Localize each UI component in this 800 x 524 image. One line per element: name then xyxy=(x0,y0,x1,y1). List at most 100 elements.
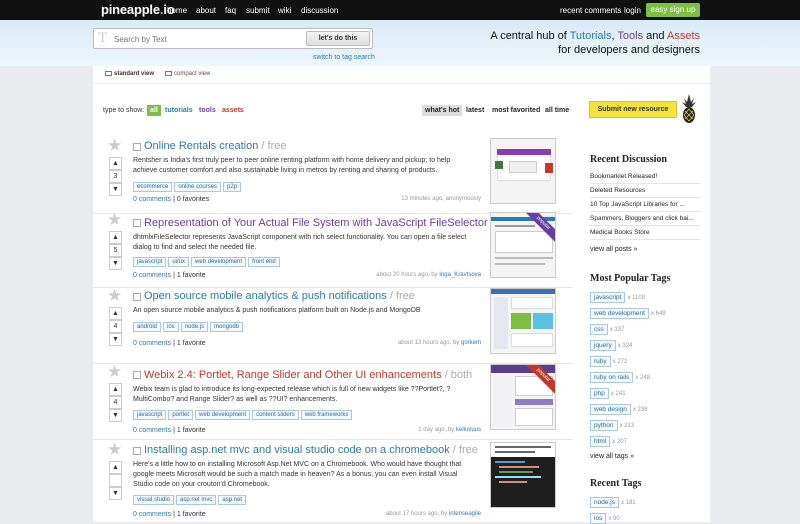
comments-link[interactable]: 0 comments xyxy=(133,427,171,434)
tag-link[interactable]: javascript xyxy=(133,257,167,267)
tag-link[interactable]: web frameworks xyxy=(300,410,353,420)
upvote-button[interactable]: ▲ xyxy=(109,383,122,396)
favorite-star-icon[interactable]: ★ xyxy=(107,211,122,228)
sort-most-favorited[interactable]: most favorited xyxy=(492,107,540,114)
tag-link[interactable]: ios xyxy=(163,322,179,332)
tag-link[interactable]: portlet xyxy=(168,410,194,420)
tag-link[interactable]: web design xyxy=(590,404,631,415)
tag-link[interactable]: ecommerce xyxy=(133,182,173,192)
downvote-button[interactable]: ▼ xyxy=(109,333,122,346)
tag-link[interactable]: web development xyxy=(191,257,247,267)
author-link[interactable]: keliuvuus xyxy=(456,427,481,433)
post-thumbnail[interactable]: popular xyxy=(490,364,556,430)
nav-wiki[interactable]: wiki xyxy=(278,6,291,15)
select-checkbox[interactable] xyxy=(133,293,141,301)
filter-tools[interactable]: tools xyxy=(199,107,216,114)
post-title[interactable]: Representation of Your Actual File Syste… xyxy=(144,217,516,229)
switch-to-tag-search-link[interactable]: switch to tag search xyxy=(313,54,375,61)
discussion-link[interactable]: Deleted Resources xyxy=(590,185,700,198)
compact-view-button[interactable]: compact view xyxy=(165,71,210,77)
nav-recent-comments[interactable]: recent comments xyxy=(560,6,621,15)
standard-view-button[interactable]: standard view xyxy=(105,71,154,77)
tag-link[interactable]: android xyxy=(133,322,162,332)
search-input[interactable] xyxy=(114,32,314,46)
post-thumbnail[interactable] xyxy=(490,288,556,354)
tag-link[interactable]: javascript xyxy=(590,292,626,303)
select-checkbox[interactable] xyxy=(133,219,141,227)
downvote-button[interactable]: ▼ xyxy=(109,487,122,500)
discussion-link[interactable]: Medical Books Store xyxy=(590,227,700,240)
tag-link[interactable]: mongodb xyxy=(210,322,244,332)
favorite-star-icon[interactable]: ★ xyxy=(107,137,122,154)
tag-link[interactable]: ios xyxy=(590,513,607,524)
comments-link[interactable]: 0 comments xyxy=(133,272,171,279)
sort-whats-hot[interactable]: what's hot xyxy=(422,105,463,116)
tag-link[interactable]: visual studio xyxy=(133,495,175,505)
filter-tutorials[interactable]: tutorials xyxy=(165,107,193,114)
discussion-link[interactable]: Bookmarklet Released! xyxy=(590,171,700,184)
favorite-star-icon[interactable]: ★ xyxy=(107,363,122,380)
select-checkbox[interactable] xyxy=(133,371,141,379)
tag-link[interactable]: asp.net xyxy=(218,495,247,505)
tag-link[interactable]: ruby on rails xyxy=(590,372,634,383)
view-all-posts-link[interactable]: view all posts » xyxy=(590,246,637,253)
author-link[interactable]: gorkem xyxy=(461,340,481,346)
favorite-star-icon[interactable]: ★ xyxy=(107,287,122,304)
tag-link[interactable]: content sliders xyxy=(252,410,299,420)
nav-home[interactable]: home xyxy=(167,6,187,15)
tag-link[interactable]: html xyxy=(590,436,611,447)
nav-submit[interactable]: submit xyxy=(246,6,270,15)
favorite-star-icon[interactable]: ★ xyxy=(107,441,122,458)
tag-link[interactable]: jquery xyxy=(590,340,616,351)
author-link[interactable]: Inga_Kravtsova xyxy=(439,272,481,278)
author-link[interactable]: intenseagile xyxy=(449,511,481,517)
tag-link[interactable]: p2p xyxy=(223,182,242,192)
nav-login[interactable]: login xyxy=(624,6,641,15)
discussion-link[interactable]: 10 Top JavaScript Libraries for ... xyxy=(590,199,700,212)
post-title[interactable]: Online Rentals creation / free xyxy=(144,140,286,152)
tag-link[interactable]: node.js xyxy=(180,322,209,332)
tag-link[interactable]: css xyxy=(590,324,608,335)
tag-link[interactable]: node.js xyxy=(590,497,619,508)
tag-link[interactable]: asp.net mvc xyxy=(176,495,217,505)
post-title[interactable]: Webix 2.4: Portlet, Range Slider and Oth… xyxy=(144,369,472,381)
tag-link[interactable]: web development xyxy=(195,410,251,420)
post-title[interactable]: Open source mobile analytics & push noti… xyxy=(144,290,415,302)
post-thumbnail[interactable] xyxy=(490,442,556,508)
tag-link[interactable]: python xyxy=(590,420,618,431)
comments-link[interactable]: 0 comments xyxy=(133,196,171,203)
search-button[interactable]: let's do this xyxy=(306,31,370,46)
post-thumbnail[interactable] xyxy=(490,138,556,204)
discussion-link[interactable]: Spammers, Bloggers and click bai... xyxy=(590,213,700,226)
post-title[interactable]: Installing asp.net mvc and visual studio… xyxy=(144,444,478,456)
upvote-button[interactable]: ▲ xyxy=(109,157,122,170)
nav-about[interactable]: about xyxy=(196,6,216,15)
tag-link[interactable]: php xyxy=(590,388,609,399)
tag-link[interactable]: front end xyxy=(248,257,280,267)
downvote-button[interactable]: ▼ xyxy=(109,183,122,196)
tag-link[interactable]: javascript xyxy=(133,410,167,420)
downvote-button[interactable]: ▼ xyxy=(109,409,122,422)
upvote-button[interactable]: ▲ xyxy=(109,461,122,474)
comments-link[interactable]: 0 comments xyxy=(133,340,171,347)
select-checkbox[interactable] xyxy=(133,143,141,151)
signup-button[interactable]: easy sign up xyxy=(646,3,700,17)
tag-link[interactable]: online courses xyxy=(174,182,222,192)
downvote-button[interactable]: ▼ xyxy=(109,257,122,270)
filter-assets[interactable]: assets xyxy=(222,107,244,114)
view-all-tags-link[interactable]: view all tags » xyxy=(590,453,634,460)
nav-faq[interactable]: faq xyxy=(225,6,236,15)
nav-discussion[interactable]: discussion xyxy=(301,6,338,15)
upvote-button[interactable]: ▲ xyxy=(109,231,122,244)
submit-resource-button[interactable]: Submit new resource xyxy=(589,101,677,118)
post-thumbnail[interactable]: popular xyxy=(490,212,556,278)
site-logo[interactable]: pineapple.io xyxy=(101,2,175,17)
upvote-button[interactable]: ▲ xyxy=(109,307,122,320)
sort-latest[interactable]: latest xyxy=(466,107,484,114)
tag-link[interactable]: ruby xyxy=(590,356,611,367)
comments-link[interactable]: 0 comments xyxy=(133,511,171,518)
tag-link[interactable]: ui/ux xyxy=(168,257,190,267)
tag-link[interactable]: web development xyxy=(590,308,649,319)
select-checkbox[interactable] xyxy=(133,447,141,455)
sort-all-time[interactable]: all time xyxy=(545,107,569,114)
